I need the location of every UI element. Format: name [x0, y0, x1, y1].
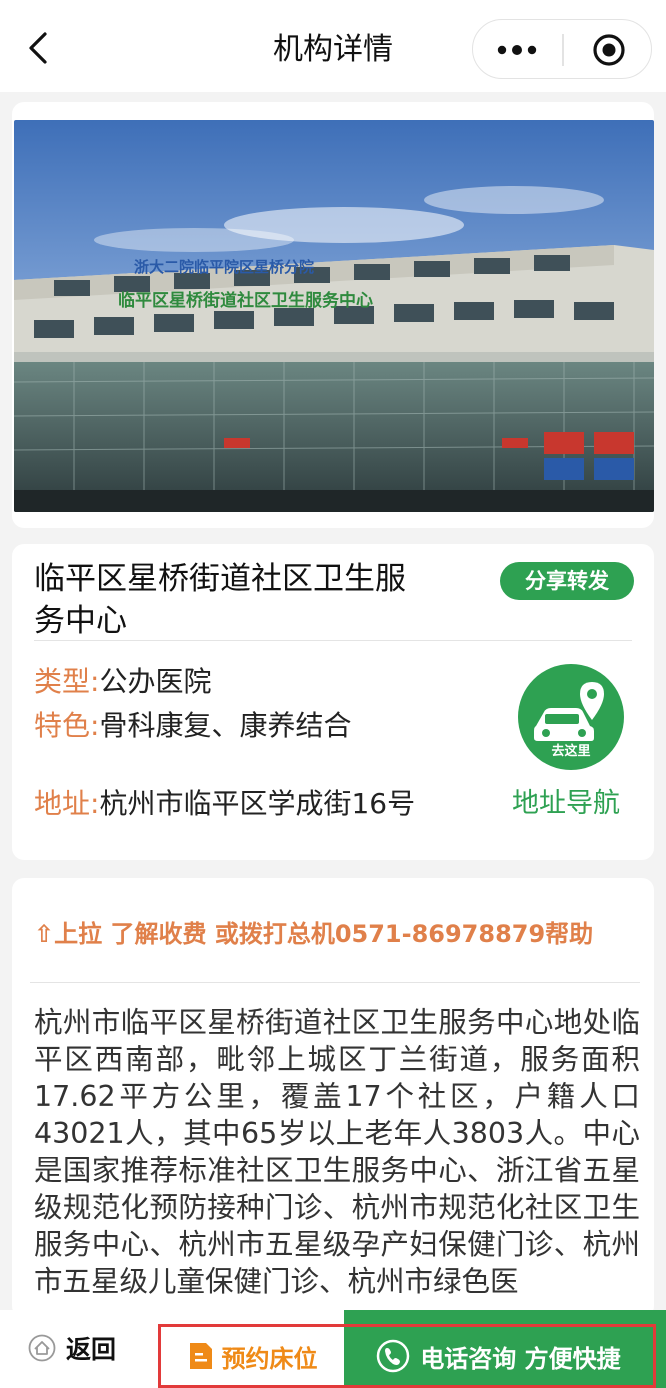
back-label: 返回 — [66, 1335, 117, 1364]
address-row: 地址:杭州市临平区学成街16号 — [34, 784, 415, 824]
nav-bar: 机构详情 — [0, 0, 666, 92]
institution-info-card: 临平区星桥街道社区卫生服务中心 分享转发 类型:公办医院 特色:骨科康复、康养结… — [12, 544, 654, 860]
call-label: 电话咨询 方便快捷 — [420, 1344, 621, 1373]
goto-label: 去这里 — [551, 744, 591, 759]
capsule-divider — [562, 34, 564, 66]
feature-label: 特色: — [34, 709, 100, 742]
building-sign-main: 临平区星桥街道社区卫生服务中心 — [118, 290, 373, 311]
close-mini-program-icon[interactable] — [565, 20, 653, 80]
divider — [34, 640, 632, 641]
goto-navigation-button[interactable]: 去这里 — [518, 664, 624, 770]
phone-consult-button[interactable]: 电话咨询 方便快捷 — [344, 1310, 666, 1388]
building-sign-top: 浙大二院临平院区星桥分院 — [134, 258, 314, 276]
description-text: 杭州市临平区星桥街道社区卫生服务中心地处临平区西南部，毗邻上城区丁兰街道，服务面… — [34, 1006, 640, 1298]
divider — [30, 982, 640, 983]
address-navigation-link[interactable]: 地址导航 — [512, 784, 620, 824]
pull-up-tip: ⇧上拉 了解收费 或拨打总机0571-86978879帮助 — [34, 920, 594, 948]
document-icon — [189, 1343, 212, 1369]
description-card: ⇧上拉 了解收费 或拨打总机0571-86978879帮助 杭州市临平区星桥街道… — [12, 878, 654, 1318]
bottom-action-bar: 返回 预约床位 电话咨询 方便快捷 — [0, 1310, 666, 1388]
feature-row: 特色:骨科康复、康养结合 — [34, 706, 351, 746]
share-button[interactable]: 分享转发 — [500, 562, 634, 600]
address-value: 杭州市临平区学成街16号 — [99, 787, 416, 820]
feature-value: 骨科康复、康养结合 — [99, 709, 352, 742]
institution-photo[interactable]: 浙大二院临平院区星桥分院 临平区星桥街道社区卫生服务中心 — [14, 120, 654, 512]
reserve-bed-button[interactable]: 预约床位 — [158, 1324, 344, 1388]
back-home-button[interactable]: 返回 — [28, 1328, 116, 1368]
mini-program-capsule — [472, 19, 652, 79]
more-icon[interactable] — [473, 20, 561, 80]
address-label: 地址: — [34, 787, 100, 820]
home-icon — [28, 1334, 56, 1362]
institution-name: 临平区星桥街道社区卫生服务中心 — [34, 561, 406, 639]
banner-card: 浙大二院临平院区星桥分院 临平区星桥街道社区卫生服务中心 — [12, 102, 654, 594]
phone-icon — [377, 1339, 410, 1373]
type-label: 类型: — [34, 665, 100, 698]
type-row: 类型:公办医院 — [34, 662, 211, 702]
reserve-label: 预约床位 — [221, 1344, 318, 1373]
type-value: 公办医院 — [99, 665, 212, 698]
